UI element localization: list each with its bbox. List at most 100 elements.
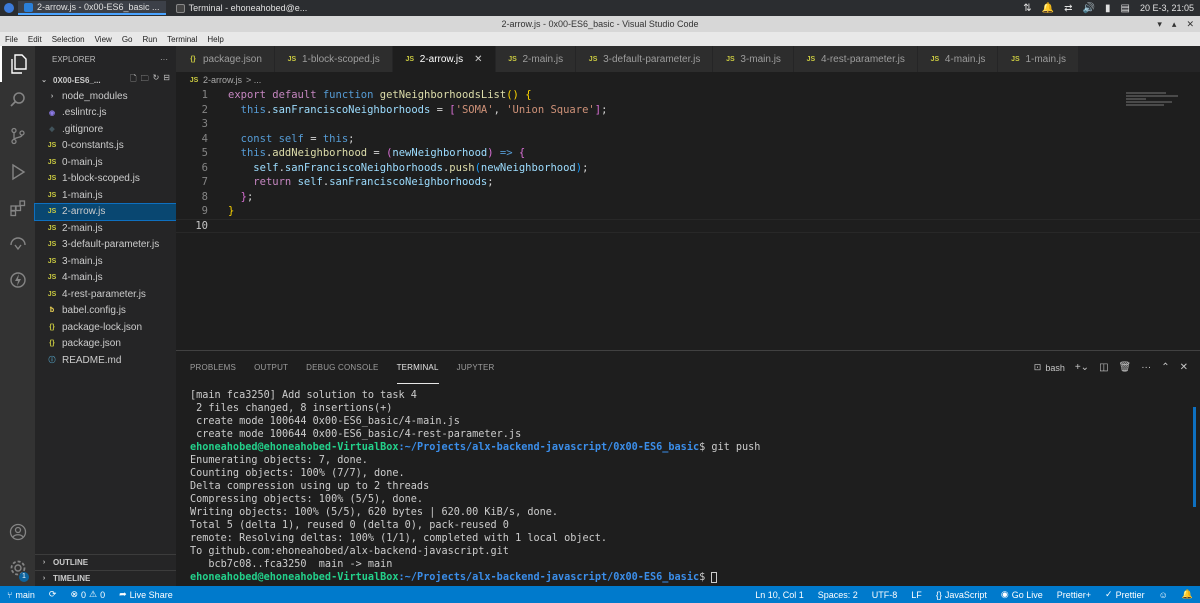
file-tree-item[interactable]: JS 2-arrow.js	[34, 202, 177, 221]
maximize-icon[interactable]: ▴	[1172, 16, 1177, 32]
network-transfer-icon[interactable]: ⇅	[1023, 3, 1031, 14]
file-tree-item[interactable]: {} package-lock.json	[35, 319, 176, 336]
clipboard-icon[interactable]: ▤	[1121, 3, 1130, 14]
tab-1-main-js[interactable]: JS 1-main.js	[998, 46, 1080, 72]
kill-terminal-icon[interactable]: 🗑	[1119, 362, 1132, 373]
indentation[interactable]: Spaces: 2	[811, 586, 865, 603]
minimize-icon[interactable]: ▾	[1157, 16, 1162, 32]
remote-explorer-icon[interactable]	[0, 226, 35, 262]
end-of-line[interactable]: LF	[904, 586, 929, 603]
file-tree-item[interactable]: ◉ .eslintrc.js	[35, 105, 176, 122]
prettier-plus-button[interactable]: Prettier+	[1050, 586, 1098, 603]
go-live-button[interactable]: ◉ Go Live	[994, 586, 1050, 603]
prettier-button[interactable]: ✓ Prettier	[1098, 586, 1152, 603]
encoding[interactable]: UTF-8	[865, 586, 905, 603]
live-share-icon[interactable]	[0, 262, 35, 298]
file-tree-item[interactable]: {} package.json	[35, 336, 176, 353]
file-tree-item[interactable]: ◆ .gitignore	[35, 121, 176, 138]
file-tree-item[interactable]: JS 4-rest-parameter.js	[35, 286, 176, 303]
close-window-icon[interactable]: ✕	[1186, 16, 1194, 32]
language-mode[interactable]: {} JavaScript	[929, 586, 994, 603]
terminal-output[interactable]: [main fca3250] Add solution to task 4 2 …	[190, 389, 760, 584]
cursor-position[interactable]: Ln 10, Col 1	[748, 586, 811, 603]
tab-3-main-js[interactable]: JS 3-main.js	[713, 46, 794, 72]
menu-selection[interactable]: Selection	[47, 35, 90, 44]
file-tree-item[interactable]: JS 1-main.js	[35, 187, 176, 204]
extensions-icon[interactable]	[0, 190, 35, 226]
js-icon: JS	[47, 241, 57, 249]
clock[interactable]: 20 E-3, 21:05	[1140, 3, 1194, 13]
outline-section[interactable]: › OUTLINE	[35, 554, 176, 570]
battery-icon[interactable]: ▮	[1105, 3, 1111, 14]
run-debug-icon[interactable]	[0, 154, 35, 190]
terminal-shell-selector[interactable]: ⊡ bash	[1034, 362, 1065, 373]
panel-tab-jupyter[interactable]: JUPYTER	[457, 351, 495, 384]
tab-label: 2-main.js	[522, 53, 564, 65]
new-file-icon[interactable]: 🗋	[130, 73, 136, 87]
more-actions-icon[interactable]: ···	[160, 55, 168, 64]
code-line: 7 return self.sanFranciscoNeighborhoods;	[176, 175, 1200, 190]
manage-gear-icon[interactable]: 1	[0, 550, 35, 586]
new-folder-icon[interactable]: 🗀	[141, 73, 149, 87]
branch-indicator[interactable]: ⑂ main	[0, 586, 42, 603]
feedback-icon[interactable]: ☺	[1152, 586, 1175, 603]
menu-go[interactable]: Go	[117, 35, 138, 44]
file-tree-item[interactable]: JS 0-constants.js	[35, 138, 176, 155]
panel-tab-debug-console[interactable]: DEBUG CONSOLE	[306, 351, 378, 384]
close-tab-icon[interactable]: ✕	[474, 54, 482, 65]
panel-tab-output[interactable]: OUTPUT	[254, 351, 288, 384]
menu-file[interactable]: File	[0, 35, 23, 44]
chevron-up-icon[interactable]: ⌃	[1161, 362, 1169, 373]
file-tree-item[interactable]: JS 1-block-scoped.js	[35, 171, 176, 188]
more-actions-icon[interactable]: ···	[1141, 362, 1151, 373]
network-icon[interactable]: ⇄	[1064, 3, 1072, 14]
file-tree-item[interactable]: JS 0-main.js	[35, 154, 176, 171]
refresh-icon[interactable]: ↻	[153, 73, 160, 87]
live-share-button[interactable]: ➦ Live Share	[112, 586, 180, 603]
file-tree-item[interactable]: ⓘ README.md	[35, 352, 176, 369]
terminal-scrollbar[interactable]	[1193, 407, 1196, 507]
tab-4-main-js[interactable]: JS 4-main.js	[917, 46, 999, 72]
tab-2-arrow-js[interactable]: JS 2-arrow.js ✕	[392, 46, 496, 72]
menu-edit[interactable]: Edit	[23, 35, 47, 44]
menu-run[interactable]: Run	[137, 35, 162, 44]
panel-tab-terminal[interactable]: TERMINAL	[396, 351, 439, 384]
tab-3-default-parameter-js[interactable]: JS 3-default-parameter.js	[576, 46, 714, 72]
tab-4-rest-parameter-js[interactable]: JS 4-rest-parameter.js	[793, 46, 918, 72]
explorer-icon[interactable]	[0, 46, 35, 82]
taskbar-window-1[interactable]: Terminal - ehoneahobed@e...	[170, 1, 314, 15]
close-panel-icon[interactable]: ✕	[1180, 362, 1188, 373]
notifications-icon[interactable]: 🔔	[1175, 586, 1200, 603]
split-terminal-icon[interactable]: ◫	[1099, 362, 1108, 373]
volume-icon[interactable]: 🔊	[1083, 3, 1095, 14]
menu-view[interactable]: View	[90, 35, 117, 44]
notification-bell-icon[interactable]: 🔔	[1042, 3, 1054, 14]
start-menu-icon[interactable]	[0, 0, 18, 16]
menu-help[interactable]: Help	[202, 35, 228, 44]
file-tree-item[interactable]: JS 2-main.js	[35, 220, 176, 237]
file-tree-item[interactable]: JS 4-main.js	[35, 270, 176, 287]
tab-2-main-js[interactable]: JS 2-main.js	[495, 46, 577, 72]
workspace-folder[interactable]: ⌄ 0X00-ES6_... 🗋 🗀 ↻ ⊟	[35, 72, 176, 88]
accounts-icon[interactable]	[0, 514, 35, 550]
code-editor[interactable]: 1 export default function getNeighborhood…	[176, 88, 1200, 350]
menu-terminal[interactable]: Terminal	[162, 35, 202, 44]
tab-1-block-scoped-js[interactable]: JS 1-block-scoped.js	[274, 46, 393, 72]
file-tree-item[interactable]: JS 3-main.js	[35, 253, 176, 270]
panel-tab-problems[interactable]: PROBLEMS	[190, 351, 236, 384]
file-tree-item[interactable]: JS 3-default-parameter.js	[35, 237, 176, 254]
breadcrumb-symbols[interactable]: > ...	[246, 75, 261, 85]
problems-indicator[interactable]: ⊗ 0 ⚠ 0	[63, 586, 112, 603]
breadcrumb-file[interactable]: 2-arrow.js	[203, 75, 242, 85]
timeline-section[interactable]: › TIMELINE	[35, 570, 176, 586]
terminal-line: Writing objects: 100% (5/5), 620 bytes |…	[190, 507, 559, 518]
sync-icon[interactable]: ⟳	[42, 586, 64, 603]
file-tree-item[interactable]: ƀ babel.config.js	[35, 303, 176, 320]
taskbar-window-0[interactable]: 2-arrow.js - 0x00-ES6_basic ...	[18, 1, 166, 15]
tab-package-json[interactable]: {} package.json	[176, 46, 275, 72]
collapse-all-icon[interactable]: ⊟	[163, 73, 170, 87]
source-control-icon[interactable]	[0, 118, 35, 154]
file-tree-item[interactable]: › node_modules	[35, 88, 176, 105]
search-icon[interactable]	[0, 82, 35, 118]
new-terminal-icon[interactable]: +⌄	[1075, 362, 1089, 373]
